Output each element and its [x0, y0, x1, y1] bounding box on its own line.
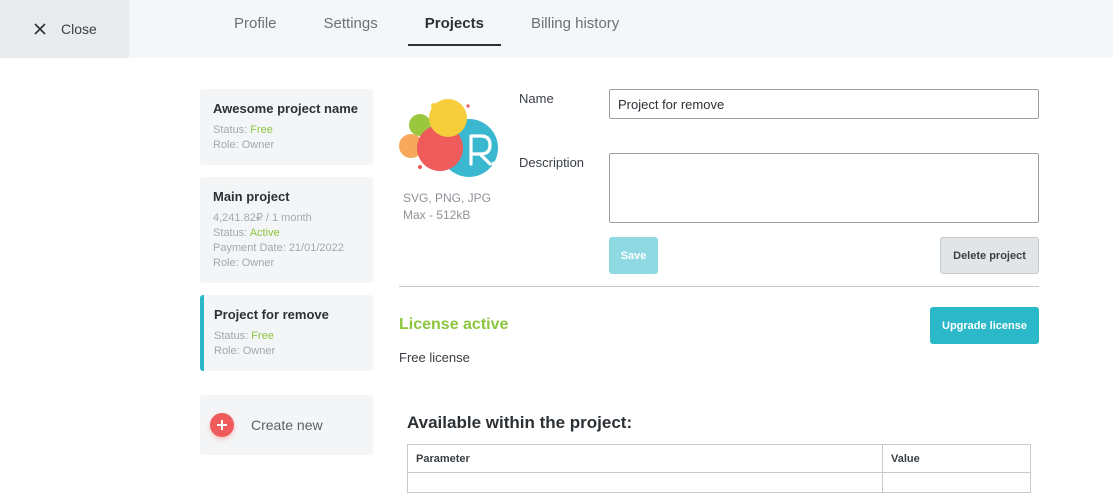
- project-logo-upload[interactable]: [398, 98, 500, 182]
- create-new-button[interactable]: Create new: [200, 395, 373, 455]
- available-title: Available within the project:: [407, 413, 633, 432]
- tab-profile[interactable]: Profile: [217, 0, 294, 46]
- description-label: Description: [519, 155, 585, 170]
- logo-formats: SVG, PNG, JPG: [403, 191, 492, 205]
- top-bar: Close Profile Settings Projects Billing …: [0, 0, 1113, 58]
- project-status: Status: Active: [213, 227, 280, 239]
- project-card-remove[interactable]: Project for remove Status: Free Role: Ow…: [200, 295, 373, 371]
- project-status: Status: Free: [214, 330, 274, 342]
- project-role: Role: Owner: [213, 139, 275, 151]
- project-status: Status: Free: [213, 124, 273, 136]
- close-button[interactable]: Close: [0, 0, 129, 58]
- create-new-label: Create new: [251, 417, 323, 433]
- table-header-row: Parameter Value: [407, 444, 1031, 473]
- project-card-main[interactable]: Main project 4,241.82₽ / 1 month Status:…: [200, 177, 373, 283]
- close-label: Close: [61, 21, 97, 37]
- logo-hint: SVG, PNG, JPG Max - 512kB: [403, 190, 491, 224]
- name-input[interactable]: [609, 89, 1039, 119]
- project-name: Project for remove: [214, 307, 329, 322]
- tab-billing-history[interactable]: Billing history: [514, 0, 636, 46]
- close-icon: [34, 23, 46, 35]
- logo-max-size: Max - 512kB: [403, 208, 471, 222]
- tab-projects[interactable]: Projects: [407, 0, 502, 46]
- table-cell: [407, 472, 883, 493]
- license-type: Free license: [399, 350, 470, 365]
- column-header-value: Value: [882, 444, 1031, 473]
- table-cell: [882, 472, 1031, 493]
- project-role: Role: Owner: [214, 345, 276, 357]
- project-name: Awesome project name: [213, 101, 358, 116]
- license-status-title: License active: [399, 316, 509, 333]
- description-input[interactable]: [609, 153, 1039, 223]
- project-name: Main project: [213, 189, 290, 204]
- save-button[interactable]: Save: [609, 237, 658, 274]
- table-row: [407, 472, 1031, 493]
- parameters-table: Parameter Value: [407, 444, 1031, 493]
- plus-icon: [210, 413, 234, 437]
- name-label: Name: [519, 91, 554, 106]
- project-card-awesome[interactable]: Awesome project name Status: Free Role: …: [200, 89, 373, 165]
- divider: [399, 286, 1039, 287]
- upgrade-license-button[interactable]: Upgrade license: [930, 307, 1039, 344]
- project-price: 4,241.82₽ / 1 month: [213, 212, 312, 224]
- column-header-parameter: Parameter: [407, 444, 883, 473]
- tab-settings[interactable]: Settings: [307, 0, 395, 46]
- project-payment-date: Payment Date: 21/01/2022: [213, 242, 344, 254]
- project-role: Role: Owner: [213, 257, 275, 269]
- delete-project-button[interactable]: Delete project: [940, 237, 1039, 274]
- tab-bar: Profile Settings Projects Billing histor…: [217, 0, 649, 58]
